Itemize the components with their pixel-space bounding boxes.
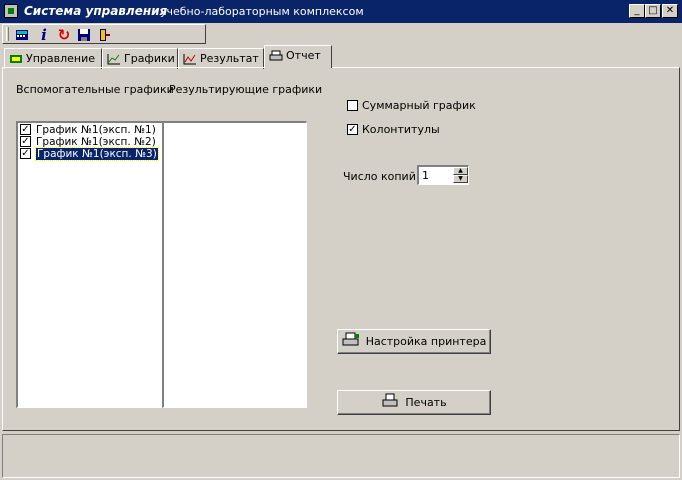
copies-down-button[interactable]: ▼ — [453, 175, 468, 183]
maximize-button[interactable]: □ — [645, 4, 661, 18]
copies-value[interactable]: 1 — [422, 169, 429, 182]
save-icon[interactable] — [75, 27, 93, 43]
chart-icon — [107, 53, 121, 65]
refresh-icon[interactable]: ↻ — [55, 26, 73, 44]
result-charts-label: Результирующие графики — [169, 83, 323, 96]
copies-up-button[interactable]: ▲ — [453, 167, 468, 175]
aux-charts-list[interactable]: ✓ График №1(эксп. №1) ✓ График №1(эксп. №2… — [16, 121, 163, 408]
minimize-button[interactable]: _ — [629, 4, 645, 18]
list-item[interactable]: ✓ График №1(эксп. №1) — [18, 124, 162, 136]
tab-charts[interactable]: Графики — [102, 48, 178, 69]
report-panel: Вспомогательные графики Результирующие г… — [2, 67, 680, 431]
app-icon[interactable] — [4, 4, 18, 18]
printer-icon — [269, 50, 283, 62]
copies-label: Число копий — [343, 170, 416, 183]
tab-result[interactable]: Результат — [178, 48, 264, 69]
printer-setup-label: Настройка принтера — [365, 335, 487, 348]
tab-charts-label: Графики — [124, 52, 175, 65]
aux-item-2-label: График №1(эксп. №2) — [36, 136, 156, 148]
close-button[interactable]: ✕ — [662, 4, 678, 18]
list-item[interactable]: ✓ График №1(эксп. №2) — [18, 136, 162, 148]
result-charts-list[interactable] — [162, 121, 307, 408]
toolbar-grip[interactable] — [6, 27, 9, 41]
tab-control[interactable]: Управление — [4, 48, 102, 69]
headers-footers-label: Колонтитулы — [362, 123, 440, 136]
aux-item-1-checkbox[interactable]: ✓ — [20, 124, 31, 135]
list-item[interactable]: ✓ График №1(эксп. №3) — [18, 147, 162, 161]
tab-result-label: Результат — [200, 52, 259, 65]
aux-item-2-checkbox[interactable]: ✓ — [20, 136, 31, 147]
tab-report[interactable]: Отчет — [264, 45, 332, 68]
result-chart-icon — [183, 53, 197, 65]
tab-report-label: Отчет — [286, 49, 321, 62]
aux-charts-label: Вспомогательные графики — [16, 83, 174, 96]
info-icon[interactable]: i — [35, 26, 53, 44]
headers-footers-checkbox[interactable]: ✓ — [347, 124, 358, 135]
control-icon — [9, 53, 23, 65]
status-bar — [2, 434, 680, 478]
aux-item-3-checkbox[interactable]: ✓ — [20, 148, 31, 159]
printer-setup-button[interactable]: Настройка принтера — [337, 329, 491, 354]
print-label: Печать — [405, 396, 447, 409]
print-icon — [381, 393, 399, 412]
window-title: Система управления — [24, 4, 168, 18]
printer-setup-icon — [342, 332, 360, 351]
title-bar: Система управления учебно-лабораторным к… — [0, 0, 682, 23]
calculator-icon[interactable] — [13, 27, 31, 43]
exit-icon[interactable] — [95, 27, 113, 43]
tab-control-label: Управление — [26, 52, 96, 65]
toolbar: i ↻ — [2, 24, 206, 44]
summary-chart-label: Суммарный график — [362, 99, 476, 112]
copies-spinner[interactable]: 1 ▲ ▼ — [417, 165, 469, 185]
aux-item-3-label: График №1(эксп. №3) — [35, 147, 159, 161]
window-subtitle: учебно-лабораторным комплексом — [160, 5, 364, 18]
print-button[interactable]: Печать — [337, 390, 491, 415]
summary-chart-checkbox[interactable] — [347, 100, 358, 111]
aux-item-1-label: График №1(эксп. №1) — [36, 124, 156, 136]
